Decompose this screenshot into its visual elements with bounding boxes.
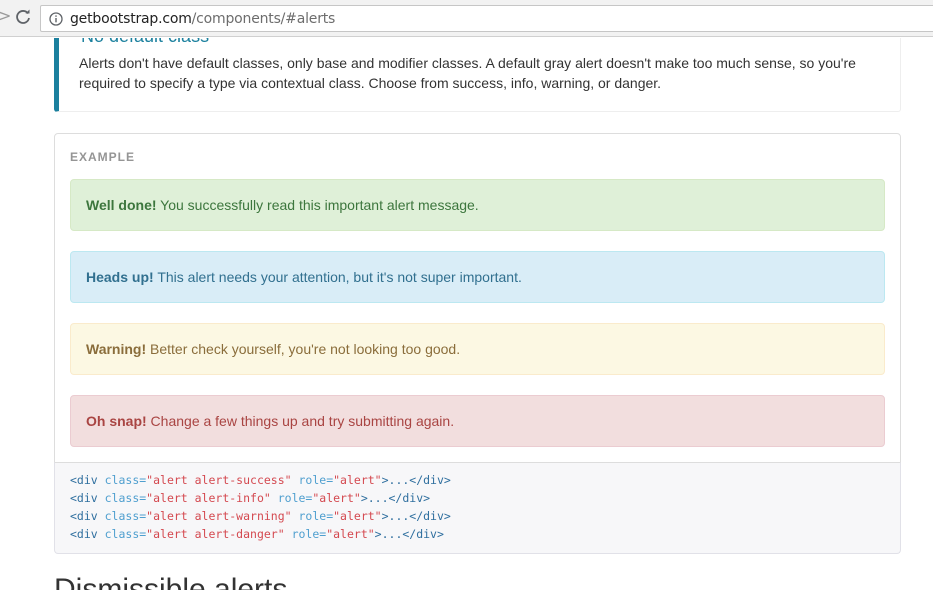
code-tag-close: >...</div> — [374, 527, 444, 541]
code-tag-close: >...</div> — [381, 473, 451, 487]
code-attr: role= — [291, 509, 334, 523]
alert-info-strong: Heads up! — [86, 269, 154, 285]
alert-warning: Warning! Better check yourself, you're n… — [70, 323, 885, 375]
code-string: "alert" — [333, 473, 382, 487]
code-attr: role= — [284, 527, 327, 541]
alert-success: Well done! You successfully read this im… — [70, 179, 885, 231]
code-string: "alert alert-success" — [146, 473, 292, 487]
alert-danger-text: Change a few things up and try submittin… — [146, 413, 455, 429]
reload-icon[interactable] — [14, 8, 32, 26]
callout-body: Alerts don't have default classes, only … — [79, 55, 856, 91]
section-heading: Dismissible alerts — [54, 573, 288, 590]
code-string: "alert alert-danger" — [146, 527, 285, 541]
alert-warning-text: Better check yourself, you're not lookin… — [146, 341, 461, 357]
info-icon[interactable] — [49, 12, 63, 26]
code-line: <div class="alert alert-warning" role="a… — [70, 507, 900, 525]
code-string: "alert" — [312, 491, 361, 505]
alert-info-text: This alert needs your attention, but it'… — [153, 269, 522, 285]
code-attr: class= — [104, 527, 147, 541]
code-string: "alert alert-info" — [146, 491, 271, 505]
code-line: <div class="alert alert-danger" role="al… — [70, 525, 900, 543]
page-content: No default class Alerts don't have defau… — [0, 38, 933, 590]
url-text: getbootstrap.com/components/#alerts — [70, 11, 335, 27]
alert-danger-strong: Oh snap! — [86, 413, 147, 429]
code-string: "alert" — [333, 509, 382, 523]
alert-success-strong: Well done! — [86, 197, 157, 213]
example-label: EXAMPLE — [70, 150, 136, 164]
browser-toolbar: > getbootstrap.com/components/#alerts — [0, 0, 933, 37]
code-line: <div class="alert alert-success" role="a… — [70, 471, 900, 489]
callout-title: No default class — [81, 38, 209, 47]
example-panel: EXAMPLE Well done! You successfully read… — [54, 133, 901, 463]
code-tag-close: >...</div> — [360, 491, 431, 505]
code-string: "alert" — [326, 527, 375, 541]
code-snippet[interactable]: <div class="alert alert-success" role="a… — [54, 462, 901, 554]
code-tag-open: <div — [70, 527, 105, 541]
address-bar[interactable]: getbootstrap.com/components/#alerts — [40, 5, 933, 32]
code-attr: role= — [270, 491, 313, 505]
alert-warning-strong: Warning! — [86, 341, 147, 357]
callout-info: No default class Alerts don't have defau… — [54, 38, 901, 112]
forward-icon[interactable]: > — [0, 6, 11, 25]
url-path: /components/#alerts — [191, 11, 336, 27]
url-host: getbootstrap.com — [70, 11, 192, 27]
code-attr: class= — [104, 509, 147, 523]
code-attr: class= — [104, 491, 147, 505]
alert-danger: Oh snap! Change a few things up and try … — [70, 395, 885, 447]
code-tag-open: <div — [70, 509, 105, 523]
alert-success-text: You successfully read this important ale… — [156, 197, 479, 213]
code-tag-open: <div — [70, 491, 105, 505]
code-attr: class= — [104, 473, 147, 487]
code-tag-close: >...</div> — [381, 509, 451, 523]
code-line: <div class="alert alert-info" role="aler… — [70, 489, 900, 507]
alert-info: Heads up! This alert needs your attentio… — [70, 251, 885, 303]
code-string: "alert alert-warning" — [146, 509, 292, 523]
code-attr: role= — [291, 473, 334, 487]
code-tag-open: <div — [70, 473, 105, 487]
